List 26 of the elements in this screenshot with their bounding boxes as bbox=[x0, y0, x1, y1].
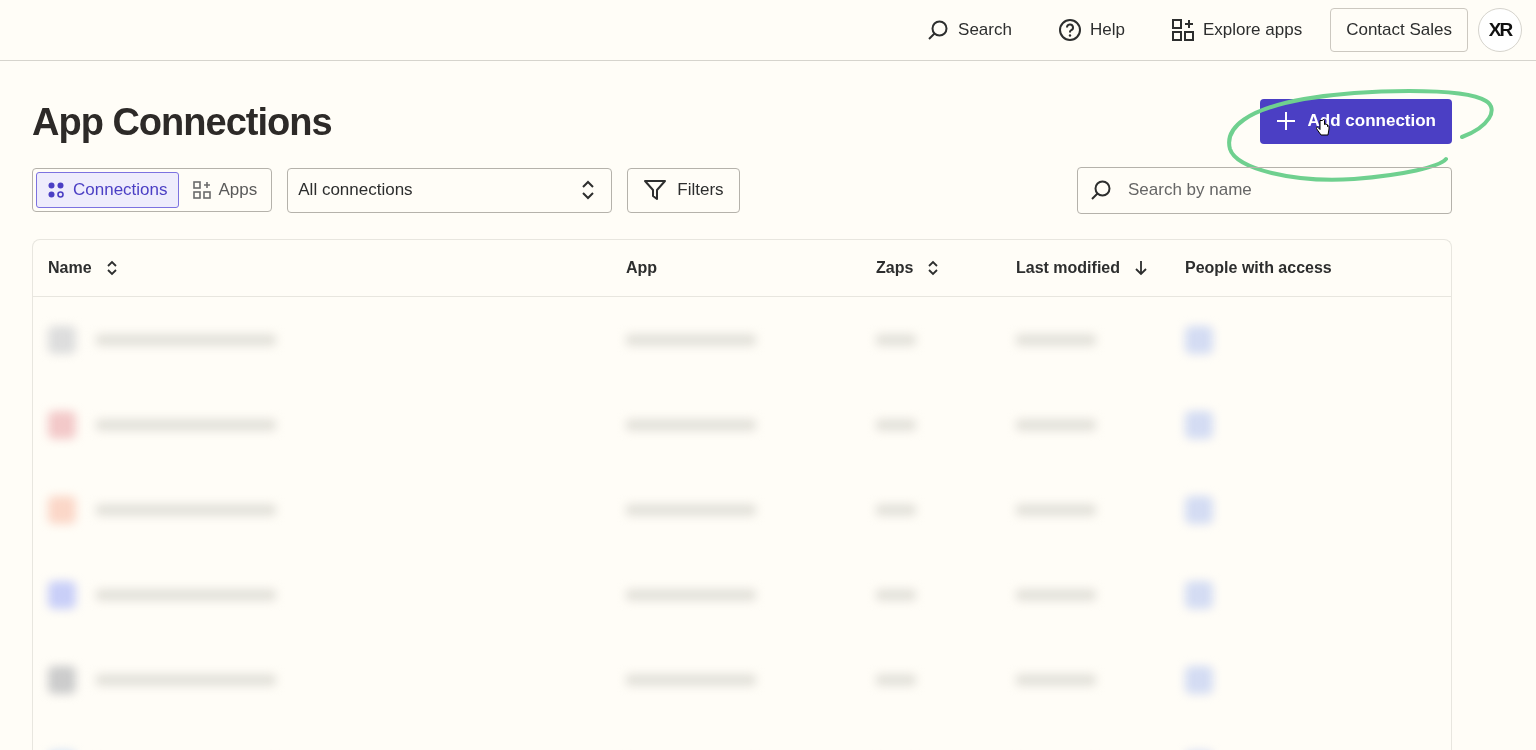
apps-grid-icon bbox=[1170, 18, 1195, 42]
apps-grid-icon bbox=[192, 181, 211, 199]
help-icon bbox=[1057, 18, 1082, 42]
nav-link[interactable]: Search bbox=[914, 18, 1024, 42]
view-tab[interactable]: Connections bbox=[36, 172, 179, 208]
nav-link[interactable]: Explore apps bbox=[1158, 18, 1315, 42]
funnel-icon bbox=[643, 178, 668, 202]
avatar[interactable]: XR bbox=[1478, 8, 1522, 52]
sort-descending-icon[interactable] bbox=[1134, 260, 1148, 276]
nav-link[interactable]: Help bbox=[1045, 18, 1137, 42]
contact-sales-button[interactable]: Contact Sales bbox=[1330, 8, 1468, 52]
view-tab[interactable]: Apps bbox=[181, 172, 269, 208]
column-header: People with access bbox=[1185, 259, 1332, 277]
plus-icon bbox=[1275, 111, 1296, 131]
filters-button[interactable]: Filters bbox=[627, 167, 740, 213]
page-title: App Connections bbox=[32, 99, 332, 144]
sort-icon[interactable] bbox=[927, 260, 940, 276]
sort-icon[interactable] bbox=[105, 260, 118, 276]
column-header: Last modified bbox=[1016, 259, 1120, 277]
connections-dropdown[interactable]: All connections bbox=[287, 167, 613, 213]
chevron-up-down-icon bbox=[581, 180, 596, 200]
column-header: Name bbox=[48, 259, 92, 277]
column-header: Zaps bbox=[876, 259, 914, 277]
column-header: App bbox=[626, 259, 658, 277]
connections-icon bbox=[47, 181, 65, 199]
search-field[interactable]: Search by name bbox=[1077, 166, 1452, 214]
